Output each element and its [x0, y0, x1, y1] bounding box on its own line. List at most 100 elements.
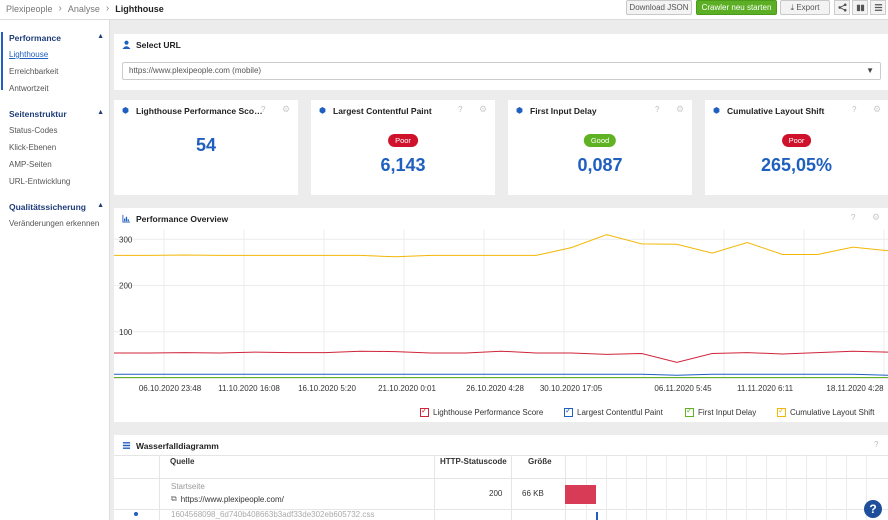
x-tick-label: 11.10.2020 16:08 [218, 384, 280, 393]
breadcrumb: Plexipeople › Analyse › Lighthouse [6, 3, 164, 14]
x-tick-label: 18.11.2020 4:28 [826, 384, 884, 393]
row-status: 200 [489, 489, 503, 498]
sidebar-section-label: Qualitätssicherung [9, 202, 86, 212]
checkbox-icon [420, 406, 429, 417]
sidebar-item-url-entwicklung[interactable]: URL-Entwicklung [9, 177, 70, 186]
legend-label: Lighthouse Performance Score [433, 408, 544, 417]
metric-card-cls: ⬢ Cumulative Layout Shift ? ⚙ Poor 265,0… [705, 100, 888, 195]
metric-card-fid: ⬢ First Input Delay ? ⚙ Good 0,087 [508, 100, 692, 195]
cube-icon: ⬢ [713, 106, 720, 115]
metric-value: 54 [195, 135, 217, 155]
legend-label: Largest Contentful Paint [577, 408, 663, 417]
row-url[interactable]: ⧉ https://www.plexipeople.com/ [171, 494, 284, 504]
url-select[interactable]: https://www.plexipeople.com (mobile) ▼ [122, 62, 881, 80]
help-icon[interactable]: ? [852, 105, 856, 114]
table-row[interactable]: Startseite ⧉ https://www.plexipeople.com… [114, 479, 888, 509]
chevron-up-icon: ▲ [97, 109, 104, 116]
chevron-down-icon: ▼ [866, 66, 874, 75]
share-icon[interactable] [834, 0, 850, 15]
x-tick-label: 11.11.2020 6:11 [737, 384, 794, 393]
column-header-groesse[interactable]: Größe [528, 457, 552, 466]
series-line [114, 373, 888, 376]
sidebar-item-lighthouse[interactable]: Lighthouse [9, 50, 48, 59]
crawler-restart-button[interactable]: Crawler neu starten [696, 0, 777, 15]
status-badge: Good [583, 134, 617, 147]
sidebar-item-amp-seiten[interactable]: AMP-Seiten [9, 160, 52, 169]
metric-title: Cumulative Layout Shift [727, 106, 825, 116]
top-bar: Plexipeople › Analyse › Lighthouse Downl… [0, 0, 888, 20]
x-tick-label: 16.10.2020 5:20 [298, 384, 356, 393]
gear-icon[interactable]: ⚙ [872, 212, 880, 223]
x-tick-label: 06.10.2020 23:48 [139, 384, 202, 393]
help-button[interactable]: ? [864, 500, 882, 518]
help-icon[interactable]: ? [458, 105, 462, 114]
x-tick-label: 30.10.2020 17:05 [540, 384, 603, 393]
menu-icon[interactable] [870, 0, 886, 15]
gear-icon[interactable]: ⚙ [873, 104, 881, 115]
legend-item-lcp[interactable]: Largest Contentful Paint [564, 406, 663, 417]
legend-item-cls[interactable]: Cumulative Layout Shift [777, 406, 875, 417]
help-icon[interactable]: ? [874, 440, 878, 449]
user-icon [122, 40, 131, 51]
breadcrumb-current: Lighthouse [115, 3, 164, 14]
sidebar-section-qualitaetssicherung[interactable]: Qualitätssicherung ▲ [9, 202, 104, 212]
help-icon[interactable]: ? [851, 213, 855, 222]
export-label: Export [796, 3, 820, 12]
gear-icon[interactable]: ⚙ [479, 104, 487, 115]
performance-overview-panel: Performance Overview ? ⚙ 100 200 300 06.10.… [114, 208, 888, 422]
export-button[interactable]: ⤓ Export [780, 0, 830, 15]
checkbox-icon [777, 406, 786, 417]
y-tick-label: 100 [119, 328, 133, 337]
x-tick-label: 26.10.2020 4:28 [466, 384, 524, 393]
column-header-quelle[interactable]: Quelle [170, 457, 194, 466]
sidebar-item-veraenderungen-erkennen[interactable]: Veränderungen erkennen [9, 219, 99, 228]
metric-card-lcp: ⬢ Largest Contentful Paint ? ⚙ Poor 6,14… [311, 100, 495, 195]
metric-card-performance-score: ⬢ Lighthouse Performance Sco… ? ⚙ 54 [114, 100, 298, 195]
table-row[interactable]: 1604568098_6d740b408663b3adf33de302eb605… [114, 510, 888, 520]
checkbox-icon [564, 406, 573, 417]
y-tick-label: 300 [119, 235, 133, 244]
row-size: 66 KB [522, 489, 544, 498]
help-icon[interactable]: ? [655, 105, 659, 114]
sidebar-item-antwortzeit[interactable]: Antwortzeit [9, 84, 49, 93]
chart-icon [122, 214, 131, 225]
metric-value: 6,143 [380, 155, 426, 175]
x-tick-label: 21.10.2020 0:01 [378, 384, 436, 393]
row-url-text: https://www.plexipeople.com/ [180, 494, 284, 504]
panel-title: Performance Overview [136, 214, 229, 224]
gear-icon[interactable]: ⚙ [282, 104, 290, 115]
download-json-button[interactable]: Download JSON [626, 0, 692, 15]
gear-icon[interactable]: ⚙ [676, 104, 684, 115]
sidebar-item-erreichbarkeit[interactable]: Erreichbarkeit [9, 67, 58, 76]
legend-label: Cumulative Layout Shift [790, 408, 875, 417]
sidebar-section-label: Performance [9, 33, 61, 43]
cube-icon: ⬢ [122, 106, 129, 115]
url-select-value: https://www.plexipeople.com (mobile) [129, 66, 262, 75]
sidebar-item-klick-ebenen[interactable]: Klick-Ebenen [9, 143, 56, 152]
y-tick-label: 200 [119, 282, 133, 291]
metric-title: First Input Delay [530, 106, 597, 116]
sidebar-item-status-codes[interactable]: Status-Codes [9, 126, 57, 135]
column-header-status[interactable]: HTTP-Statuscode [440, 457, 507, 466]
book-icon[interactable] [852, 0, 868, 15]
sidebar-section-label: Seitenstruktur [9, 109, 67, 119]
legend-item-fid[interactable]: First Input Delay [685, 406, 756, 417]
metric-title: Lighthouse Performance Sco… [136, 106, 263, 116]
breadcrumb-item-analyse[interactable]: Analyse [68, 4, 100, 14]
breadcrumb-item-plexipeople[interactable]: Plexipeople [6, 4, 53, 14]
chevron-up-icon: ▲ [97, 33, 104, 40]
sidebar-section-seitenstruktur[interactable]: Seitenstruktur ▲ [9, 109, 104, 119]
chevron-right-icon: › [105, 3, 110, 14]
status-badge: Poor [388, 134, 418, 147]
metric-value: 0,087 [577, 155, 623, 175]
legend-item-performance-score[interactable]: Lighthouse Performance Score [420, 406, 544, 417]
expand-icon[interactable] [134, 512, 138, 516]
waterfall-bar [565, 485, 596, 504]
chevron-up-icon: ▲ [97, 202, 104, 209]
performance-chart: 100 200 300 06.10.2020 23:48 11.10.2020 16:0… [114, 230, 888, 393]
help-icon[interactable]: ? [261, 105, 265, 114]
panel-title: Select URL [136, 40, 181, 50]
sidebar-section-performance[interactable]: Performance ▲ [9, 33, 104, 43]
select-url-panel: Select URL https://www.plexipeople.com (… [114, 34, 888, 90]
active-section-indicator [1, 32, 3, 90]
